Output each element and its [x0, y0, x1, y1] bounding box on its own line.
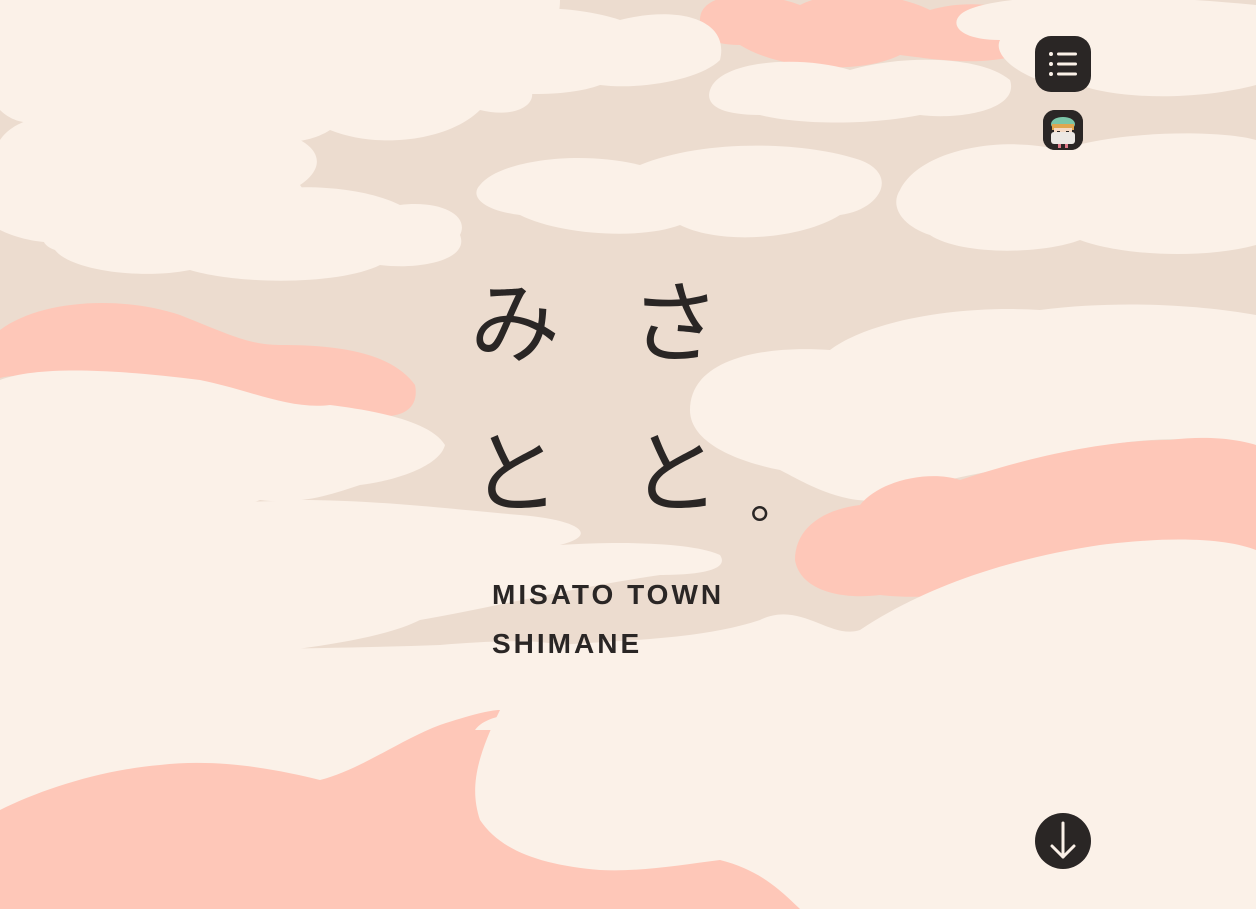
- scroll-down-button[interactable]: [1035, 813, 1091, 869]
- mascot-icon: [1043, 110, 1083, 150]
- logo-kana-period: 。: [750, 472, 800, 530]
- logo-kana-mi: み: [470, 272, 560, 377]
- menu-button[interactable]: [1035, 36, 1091, 92]
- misato-logo: み さ と と 。 MISATO TOWN SHIMANE: [470, 250, 830, 668]
- logo-kana-to-2: と: [630, 422, 720, 527]
- subtitle-line-2: SHIMANE: [492, 628, 643, 659]
- logo-kana-row-2: と と 。: [470, 400, 830, 550]
- arrow-down-icon: [1050, 821, 1076, 859]
- list-icon: [1049, 52, 1077, 76]
- logo-kana-sa: さ: [630, 272, 720, 377]
- mascot-avatar[interactable]: [1043, 110, 1083, 150]
- logo-kana-to-1: と: [470, 422, 560, 527]
- logo-kana-row-1: み さ: [470, 250, 830, 400]
- subtitle-line-1: MISATO TOWN: [492, 579, 725, 610]
- logo-subtitle: MISATO TOWN SHIMANE: [470, 570, 830, 668]
